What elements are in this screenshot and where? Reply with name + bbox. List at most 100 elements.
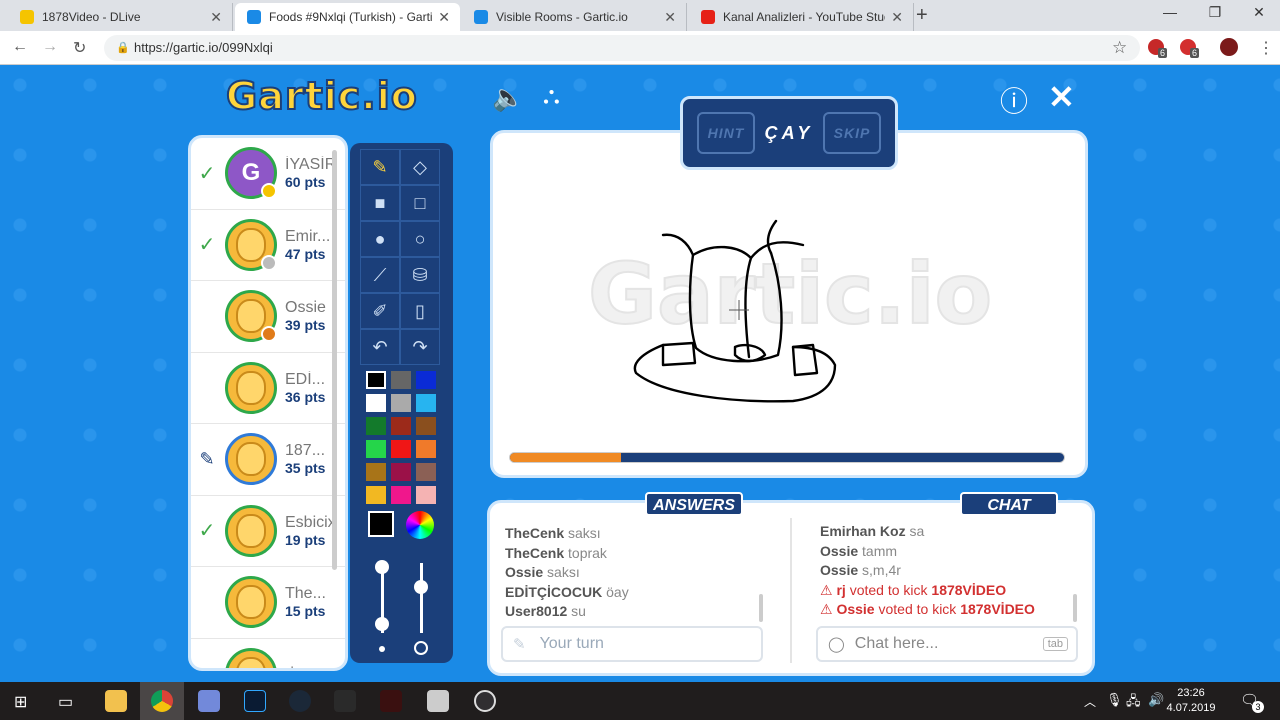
player-row: Ossie 39 pts: [191, 281, 345, 353]
minimize-button[interactable]: —: [1147, 4, 1193, 20]
message-user: Emirhan Koz: [820, 523, 906, 539]
close-window-button[interactable]: ✕: [1236, 4, 1280, 21]
volume-icon[interactable]: 🔊: [1148, 692, 1164, 708]
players-scrollbar[interactable]: [332, 150, 337, 570]
task-view-icon[interactable]: ▭: [58, 692, 73, 712]
gpu-tweak-icon[interactable]: [334, 690, 356, 712]
clear-page-tool-icon[interactable]: ▯: [400, 293, 440, 329]
tab-key-hint: tab: [1042, 637, 1068, 651]
tab-favicon-icon: [701, 10, 715, 24]
close-icon[interactable]: ✕: [1048, 78, 1075, 116]
maximize-button[interactable]: ❐: [1192, 4, 1238, 21]
sound-icon[interactable]: 🔈: [492, 82, 524, 113]
filled-rect-tool-icon[interactable]: ■: [360, 185, 400, 221]
browser-tab[interactable]: 1878Video - DLive ✕: [8, 3, 233, 31]
browser-tab[interactable]: Visible Rooms - Gartic.io ✕: [462, 3, 687, 31]
info-icon[interactable]: ⓘ: [1000, 80, 1028, 120]
size-slider-handle-2[interactable]: [375, 617, 389, 631]
hint-button[interactable]: HINT: [697, 112, 755, 154]
color-swatch[interactable]: [391, 371, 411, 389]
tab-close-icon[interactable]: ✕: [210, 9, 222, 26]
color-swatch[interactable]: [366, 417, 386, 435]
color-swatch[interactable]: [391, 440, 411, 458]
avatar-face-icon: [236, 442, 266, 477]
back-icon[interactable]: ←: [12, 38, 28, 56]
answer-input[interactable]: ✎ Your turn: [501, 626, 763, 662]
drawing-canvas[interactable]: Gartic.io: [490, 130, 1088, 478]
tab-close-icon[interactable]: ✕: [664, 9, 676, 26]
color-swatch[interactable]: [366, 440, 386, 458]
color-swatch[interactable]: [366, 394, 386, 412]
chat-input-placeholder: Chat here...: [854, 635, 939, 652]
message-text: saksı: [568, 525, 601, 541]
color-swatch[interactable]: [391, 417, 411, 435]
browser-tab[interactable]: Foods #9Nxlqi (Turkish) - Gartic.io ✕: [235, 3, 460, 31]
undo-tool-icon[interactable]: ↶: [360, 329, 400, 365]
message-user: TheCenk: [505, 525, 565, 541]
color-swatch[interactable]: [391, 394, 411, 412]
adblock-badge: 6: [1190, 48, 1200, 58]
obs-icon[interactable]: [474, 690, 496, 712]
filled-circle-tool-icon[interactable]: ●: [360, 221, 400, 257]
gpu-tweak-2-icon[interactable]: [380, 690, 402, 712]
tray-chevron-icon[interactable]: ︿: [1084, 693, 1096, 710]
redo-tool-icon[interactable]: ↷: [400, 329, 440, 365]
color-swatch[interactable]: [366, 371, 386, 389]
new-tab-button[interactable]: +: [916, 4, 928, 27]
circle-tool-icon[interactable]: ○: [400, 221, 440, 257]
taskbar-clock[interactable]: 23:26 4.07.2019: [1166, 686, 1216, 716]
color-swatch[interactable]: [416, 486, 436, 504]
eraser-tool-icon[interactable]: ◇: [400, 149, 440, 185]
skip-button[interactable]: SKIP: [822, 112, 881, 154]
network-icon[interactable]: 🖧: [1126, 692, 1141, 714]
file-explorer-icon[interactable]: [105, 690, 127, 712]
message-user: TheCenk: [505, 544, 565, 561]
share-icon[interactable]: ⛬: [543, 82, 560, 110]
color-swatch[interactable]: [366, 463, 386, 481]
steam-icon[interactable]: [289, 690, 311, 712]
photoshop-icon[interactable]: [244, 690, 266, 712]
color-swatch[interactable]: [391, 486, 411, 504]
player-status-dot: [261, 326, 277, 343]
bookmark-star-icon[interactable]: ☆: [1112, 38, 1127, 58]
color-swatch[interactable]: [416, 463, 436, 481]
profile-avatar[interactable]: [1220, 38, 1238, 56]
forward-icon[interactable]: →: [42, 38, 58, 56]
chat-message: Emirhan Koz sa: [820, 523, 1072, 543]
answers-scrollbar[interactable]: [759, 594, 763, 622]
browser-tab[interactable]: Kanal Analizleri - YouTube Studio ✕: [689, 3, 914, 31]
rect-tool-icon[interactable]: □: [400, 185, 440, 221]
tab-close-icon[interactable]: ✕: [891, 9, 903, 26]
windows-start-icon[interactable]: ⊞: [14, 692, 27, 712]
pencil-tool-icon[interactable]: ✎: [360, 149, 400, 185]
color-wheel-icon[interactable]: [406, 511, 434, 539]
player-row: ✓ Esbicix 19 pts: [191, 496, 345, 567]
color-swatch[interactable]: [416, 440, 436, 458]
message-text: s,m,4r: [862, 562, 901, 578]
color-swatch[interactable]: [416, 394, 436, 412]
current-color-swatch[interactable]: [368, 511, 394, 537]
color-swatch[interactable]: [366, 486, 386, 504]
color-swatch[interactable]: [416, 417, 436, 435]
opacity-slider-handle[interactable]: [414, 580, 428, 594]
eyedropper-tool-icon[interactable]: ✐: [360, 293, 400, 329]
discord-icon[interactable]: [198, 690, 220, 712]
answer-message: EDİTÇİCOCUK öay: [505, 584, 755, 604]
line-tool-icon[interactable]: ⟋: [360, 257, 400, 293]
chat-input[interactable]: ◯ Chat here... tab: [816, 626, 1078, 662]
app-icon[interactable]: [427, 690, 449, 712]
answers-list: TheCenk saksı TheCenk toprak Ossie saksı ED…: [505, 525, 755, 623]
panel-divider: [790, 518, 792, 663]
microphone-icon[interactable]: 🎙: [1106, 692, 1123, 708]
reload-icon[interactable]: ↻: [73, 38, 86, 58]
chat-message: Ossie s,m,4r: [820, 562, 1072, 582]
tab-close-icon[interactable]: ✕: [438, 9, 450, 26]
url-field[interactable]: https://gartic.io/099Nxlqi: [104, 35, 1140, 61]
color-swatch[interactable]: [391, 463, 411, 481]
chat-scrollbar[interactable]: [1073, 594, 1077, 622]
chrome-icon[interactable]: [151, 690, 173, 712]
size-slider-handle[interactable]: [375, 560, 389, 574]
fill-bucket-tool-icon[interactable]: ⛁: [400, 257, 440, 293]
menu-icon[interactable]: ⋮: [1258, 38, 1274, 58]
color-swatch[interactable]: [416, 371, 436, 389]
